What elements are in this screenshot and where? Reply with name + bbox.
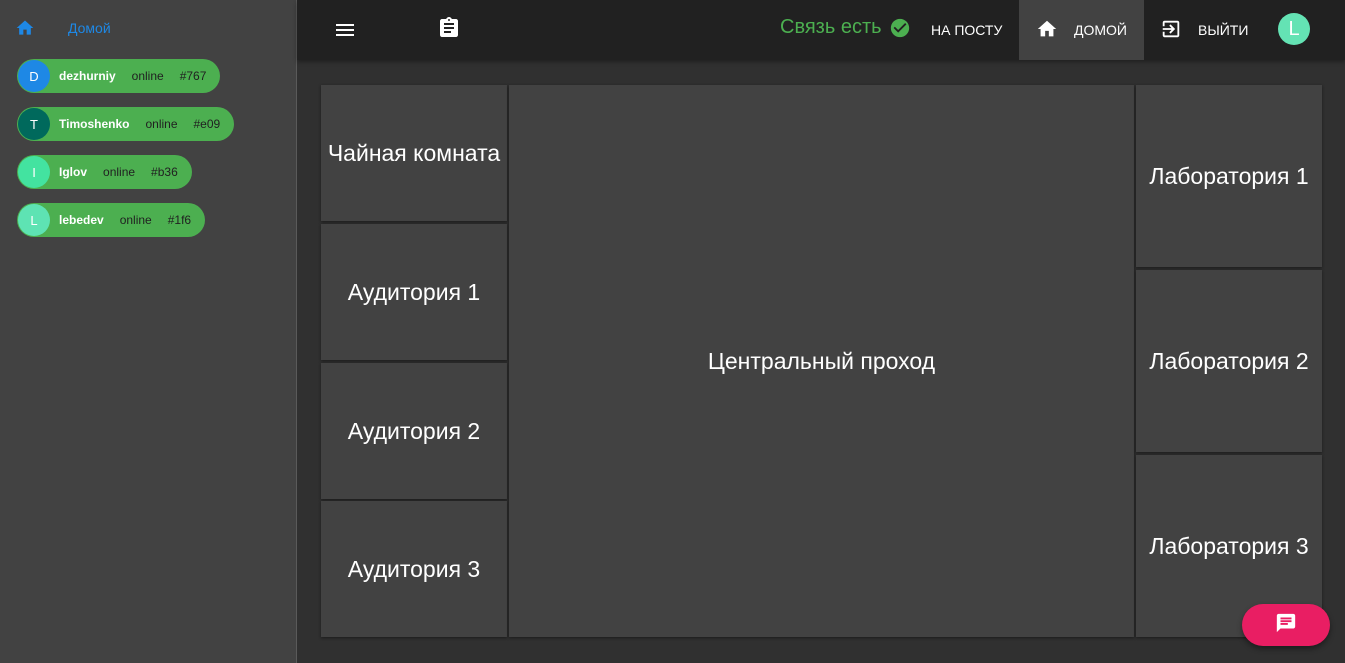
home-button-label: ДОМОЙ: [1074, 22, 1127, 38]
user-tag: #767: [179, 69, 207, 83]
room-lab-1[interactable]: Лаборатория 1: [1136, 85, 1322, 267]
room-lab-2[interactable]: Лаборатория 2: [1136, 270, 1322, 452]
sidebar-home-link[interactable]: Домой: [0, 0, 296, 56]
exit-button[interactable]: ВЫЙТИ: [1160, 0, 1248, 60]
connection-status: Связь есть: [780, 16, 911, 39]
user-tag: #1f6: [167, 213, 192, 227]
user-chip-dezhurniy[interactable]: D dezhurniy online #767: [17, 59, 221, 93]
chat-button[interactable]: [1242, 604, 1330, 646]
room-central-passage[interactable]: Центральный проход: [509, 85, 1134, 637]
chat-icon: [1275, 612, 1297, 639]
connection-status-text: Связь есть: [780, 16, 882, 38]
user-name: Timoshenko: [59, 117, 130, 131]
user-tag: #b36: [151, 165, 178, 179]
user-chip-timoshenko[interactable]: T Timoshenko online #e09: [17, 107, 235, 141]
home-button[interactable]: ДОМОЙ: [1019, 0, 1144, 60]
exit-icon: [1160, 18, 1182, 43]
on-post-button[interactable]: НА ПОСТУ: [931, 0, 1002, 60]
avatar: L: [18, 204, 50, 236]
room-auditorium-1[interactable]: Аудитория 1: [321, 224, 507, 360]
exit-button-label: ВЫЙТИ: [1198, 22, 1249, 38]
user-tag: #e09: [193, 117, 221, 131]
top-app-bar: Связь есть НА ПОСТУ ДОМОЙ ВЫЙТИ L: [297, 0, 1345, 60]
user-status: online: [145, 117, 178, 131]
menu-icon[interactable]: [333, 18, 357, 42]
check-circle-icon: [889, 17, 911, 39]
user-chip-iglov[interactable]: I Iglov online #b36: [17, 155, 192, 189]
sidebar: Домой D dezhurniy online #767 T Timoshen…: [0, 0, 297, 663]
sidebar-home-label: Домой: [68, 20, 111, 36]
user-status: online: [131, 69, 164, 83]
user-name: lebedev: [59, 213, 104, 227]
user-chip-lebedev[interactable]: L lebedev online #1f6: [17, 203, 206, 237]
room-auditorium-3[interactable]: Аудитория 3: [321, 501, 507, 637]
avatar: T: [18, 108, 50, 140]
avatar: D: [18, 60, 50, 92]
user-status: online: [103, 165, 136, 179]
user-name: dezhurniy: [59, 69, 116, 83]
user-avatar[interactable]: L: [1278, 13, 1310, 45]
clipboard-icon[interactable]: [437, 16, 461, 40]
user-status: online: [119, 213, 152, 227]
room-tea-room[interactable]: Чайная комната: [321, 85, 507, 221]
home-icon: [1036, 18, 1058, 43]
room-auditorium-2[interactable]: Аудитория 2: [321, 363, 507, 499]
on-post-label: НА ПОСТУ: [931, 22, 1003, 38]
user-name: Iglov: [59, 165, 88, 179]
avatar: I: [18, 156, 50, 188]
home-icon: [15, 18, 35, 36]
